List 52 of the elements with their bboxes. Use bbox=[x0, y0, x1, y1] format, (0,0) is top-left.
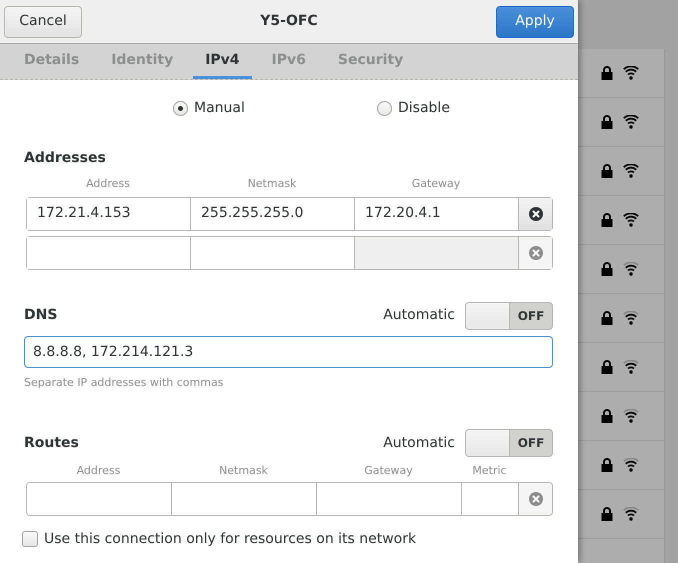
automatic-switch[interactable]: OFF bbox=[465, 302, 553, 330]
wifi-icon bbox=[623, 458, 639, 472]
lock-icon bbox=[601, 458, 613, 472]
column-header: Netmask bbox=[246, 176, 298, 192]
route-field[interactable] bbox=[27, 482, 172, 514]
wifi-icon bbox=[623, 311, 639, 325]
dns-field[interactable]: 8.8.8.8, 172.214.121.3 bbox=[24, 336, 553, 368]
automatic-label: Automatic bbox=[383, 306, 455, 325]
column-header: Netmask bbox=[218, 463, 269, 479]
column-header: Address bbox=[76, 463, 122, 479]
wifi-icon bbox=[623, 66, 639, 80]
wifi-icon bbox=[623, 262, 639, 276]
column-header: Address bbox=[85, 176, 131, 192]
lock-icon bbox=[601, 213, 613, 227]
lock-icon bbox=[601, 66, 613, 80]
lock-icon bbox=[601, 360, 613, 374]
lock-icon bbox=[601, 507, 613, 521]
column-header: Gateway bbox=[410, 176, 462, 192]
radio-button[interactable] bbox=[173, 100, 188, 116]
remove-icon bbox=[528, 246, 542, 260]
remove-icon bbox=[528, 206, 542, 220]
address-field[interactable]: 172.21.4.153 bbox=[27, 198, 191, 230]
lock-icon bbox=[601, 115, 613, 129]
radio-label: Manual bbox=[194, 98, 245, 118]
lock-icon bbox=[601, 164, 613, 178]
wifi-icon bbox=[623, 360, 639, 374]
apply-button[interactable]: Apply bbox=[496, 6, 574, 38]
wifi-icon bbox=[623, 507, 639, 521]
section-heading: DNS bbox=[24, 306, 58, 325]
wifi-icon bbox=[623, 164, 639, 178]
tab[interactable]: IPv4 bbox=[193, 44, 252, 79]
automatic-switch[interactable]: OFF bbox=[465, 429, 553, 457]
checkbox-label: Use this connection only for resources on its network bbox=[44, 530, 416, 548]
column-header: Gateway bbox=[363, 463, 414, 479]
wifi-icon bbox=[623, 409, 639, 423]
wifi-icon bbox=[623, 115, 639, 129]
window-title: Y5-OFC bbox=[260, 12, 318, 31]
section-heading: Addresses bbox=[24, 149, 107, 168]
checkbox[interactable] bbox=[22, 531, 38, 547]
wifi-icon bbox=[623, 213, 639, 227]
cancel-button[interactable]: Cancel bbox=[4, 6, 82, 38]
hint-text: Separate IP addresses with commas bbox=[24, 374, 224, 390]
automatic-label: Automatic bbox=[383, 434, 455, 452]
lock-icon bbox=[601, 311, 613, 325]
radio-label: Disable bbox=[398, 98, 450, 118]
radio-button[interactable] bbox=[377, 100, 392, 116]
remove-icon bbox=[528, 492, 542, 506]
column-header: Metric bbox=[471, 463, 508, 479]
section-heading: Routes bbox=[24, 434, 79, 452]
lock-icon bbox=[601, 409, 613, 423]
lock-icon bbox=[601, 262, 613, 276]
remove-button[interactable] bbox=[519, 198, 552, 230]
